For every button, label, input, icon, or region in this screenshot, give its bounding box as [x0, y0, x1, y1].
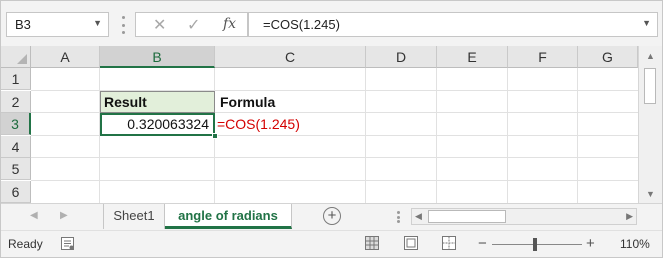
next-sheet-icon[interactable]: ▶	[60, 210, 68, 221]
cell-b2[interactable]: Result	[100, 91, 215, 113]
cell-b3[interactable]: 0.320063324	[100, 113, 215, 136]
formula-input[interactable]: =COS(1.245) ▼	[248, 12, 658, 37]
row-header-5[interactable]: 5	[1, 158, 31, 180]
formula-text: =COS(1.245)	[263, 17, 340, 32]
scroll-up-icon[interactable]: ▲	[646, 51, 655, 61]
excel-window: B3 ▼ ✕ ✓ fx =COS(1.245) ▼ A B C D E F G …	[0, 0, 663, 258]
column-header-g[interactable]: G	[578, 46, 638, 68]
gridline	[577, 68, 578, 203]
vertical-scrollbar[interactable]: ▲ ▼	[638, 46, 662, 203]
select-all-icon	[17, 54, 27, 64]
cancel-icon[interactable]: ✕	[153, 15, 166, 35]
page-break-icon[interactable]	[442, 236, 456, 250]
insert-function-icon[interactable]: fx	[223, 16, 236, 32]
gridline	[31, 180, 638, 181]
column-header-c[interactable]: C	[215, 46, 366, 68]
gridline	[365, 68, 366, 203]
status-text: Ready	[8, 237, 43, 251]
row-header-4[interactable]: 4	[1, 136, 31, 158]
column-header-b[interactable]: B	[100, 46, 215, 68]
chevron-down-icon[interactable]: ▼	[93, 18, 102, 28]
gridline	[31, 157, 638, 158]
cell-c3[interactable]: =COS(1.245)	[216, 113, 366, 135]
horizontal-scroll-thumb[interactable]	[428, 210, 506, 223]
normal-view-icon[interactable]	[365, 236, 379, 250]
sheet-tab-angle-of-radians[interactable]: angle of radians	[165, 204, 292, 229]
column-header-e[interactable]: E	[437, 46, 508, 68]
zoom-out-icon[interactable]: −	[478, 235, 487, 252]
plus-circle-icon[interactable]: +	[323, 207, 341, 225]
macro-recording-icon[interactable]	[61, 237, 74, 250]
scroll-left-icon[interactable]: ◀	[415, 211, 422, 222]
worksheet-grid: A B C D E F G 1 2 3 4 5 6 Result Formula…	[1, 46, 662, 203]
formula-bar-grip-icon[interactable]	[119, 16, 127, 34]
formula-bar: B3 ▼ ✕ ✓ fx =COS(1.245) ▼	[1, 1, 662, 45]
name-box-value: B3	[15, 17, 31, 32]
tab-split-grip-icon[interactable]	[390, 211, 406, 223]
select-all-button[interactable]	[1, 46, 31, 68]
sheet-tab-sheet1[interactable]: Sheet1	[103, 204, 165, 229]
column-header-f[interactable]: F	[508, 46, 578, 68]
row-header-2[interactable]: 2	[1, 91, 31, 113]
row-header-3[interactable]: 3	[1, 113, 31, 135]
zoom-level[interactable]: 110%	[620, 237, 650, 251]
vertical-scroll-thumb[interactable]	[644, 68, 656, 104]
scroll-down-icon[interactable]: ▼	[646, 189, 655, 199]
formula-buttons: ✕ ✓ fx	[135, 12, 248, 37]
name-box[interactable]: B3 ▼	[6, 12, 109, 37]
expand-formula-bar-icon[interactable]: ▼	[642, 18, 651, 28]
sheet-tab-bar: ◀ ▶ Sheet1 angle of radians + ◀ ▶	[1, 203, 662, 230]
cell-c2[interactable]: Formula	[217, 91, 367, 113]
zoom-slider-thumb[interactable]	[533, 238, 537, 251]
scroll-right-icon[interactable]: ▶	[626, 211, 633, 222]
zoom-slider[interactable]	[492, 244, 582, 245]
gridline	[436, 68, 437, 203]
previous-sheet-icon[interactable]: ◀	[30, 210, 38, 221]
row-header-6[interactable]: 6	[1, 181, 31, 203]
horizontal-scrollbar[interactable]: ◀ ▶	[411, 208, 637, 225]
zoom-in-icon[interactable]: +	[586, 235, 595, 252]
status-bar: Ready − + 110%	[1, 230, 662, 257]
page-layout-icon[interactable]	[404, 236, 418, 250]
gridline	[507, 68, 508, 203]
column-header-d[interactable]: D	[366, 46, 437, 68]
row-header-1[interactable]: 1	[1, 68, 31, 90]
enter-icon[interactable]: ✓	[187, 15, 200, 35]
column-header-a[interactable]: A	[31, 46, 100, 68]
